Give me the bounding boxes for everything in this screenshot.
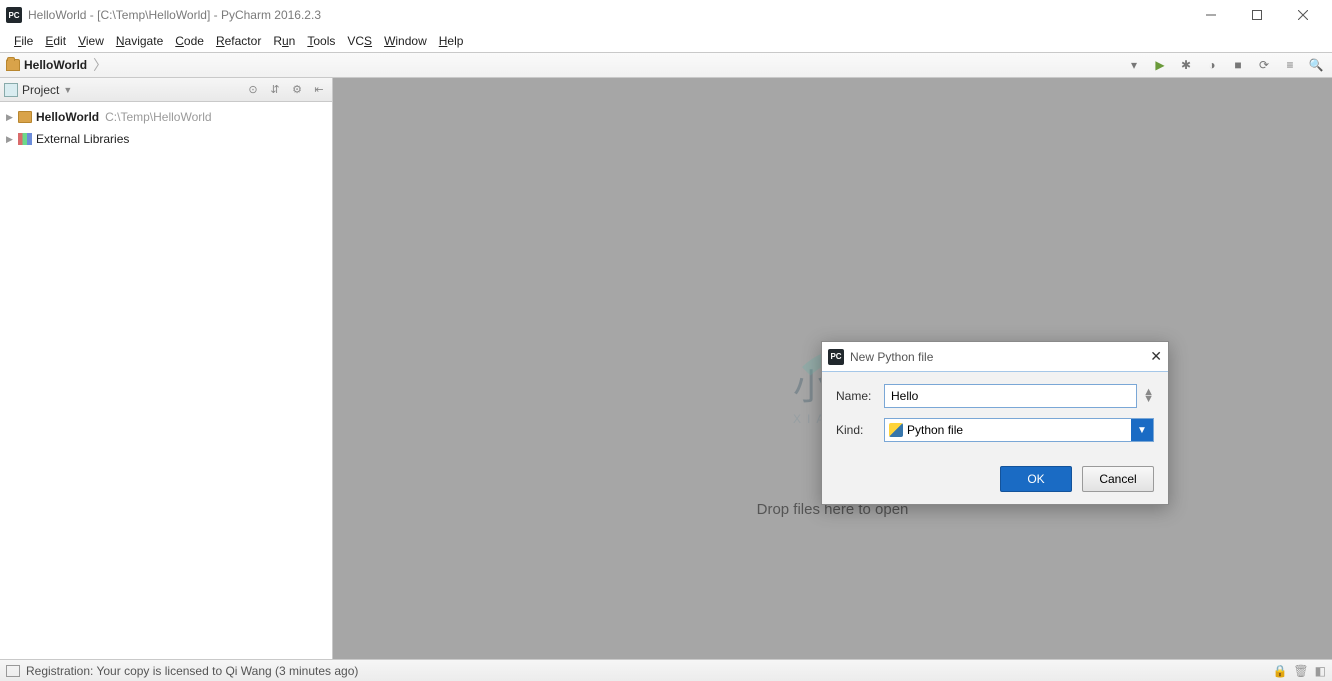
tree-item-path: C:\Temp\HelloWorld bbox=[105, 110, 211, 124]
cancel-button[interactable]: Cancel bbox=[1082, 466, 1154, 492]
folder-icon bbox=[18, 111, 32, 123]
folder-icon bbox=[6, 59, 20, 71]
run-config-dropdown[interactable]: ▾ bbox=[1124, 55, 1144, 75]
status-bar: Registration: Your copy is licensed to Q… bbox=[0, 659, 1332, 681]
name-input[interactable] bbox=[884, 384, 1137, 408]
project-tool-header: Project ▼ ⊙ ⇵ ⚙ ⇤ bbox=[0, 78, 332, 102]
chevron-down-icon[interactable]: ▼ bbox=[1131, 419, 1153, 441]
coverage-button[interactable]: ◑ bbox=[1202, 55, 1222, 75]
menu-window[interactable]: Window bbox=[378, 32, 433, 50]
library-icon bbox=[18, 133, 32, 145]
window-titlebar: PC HelloWorld - [C:\Temp\HelloWorld] - P… bbox=[0, 0, 1332, 30]
dialog-titlebar: PC New Python file ✕ bbox=[822, 342, 1168, 372]
collapse-all-button[interactable]: ⇵ bbox=[266, 81, 284, 99]
project-tree: ▶ HelloWorld C:\Temp\HelloWorld ▶ Extern… bbox=[0, 102, 332, 154]
menu-refactor[interactable]: Refactor bbox=[210, 32, 267, 50]
app-icon: PC bbox=[828, 349, 844, 365]
app-icon: PC bbox=[6, 7, 22, 23]
dialog-title: New Python file bbox=[850, 350, 933, 364]
menu-run[interactable]: Run bbox=[267, 32, 301, 50]
expand-icon[interactable]: ▶ bbox=[6, 112, 18, 123]
status-text: Registration: Your copy is licensed to Q… bbox=[26, 664, 358, 678]
navigation-bar: HelloWorld 〉 ▾ ▶ ✱ ◑ ■ ⟳ ≡ 🔍 bbox=[0, 53, 1332, 78]
menu-vcs[interactable]: VCS bbox=[341, 32, 378, 50]
kind-value: Python file bbox=[907, 423, 963, 437]
lock-icon[interactable]: 🔒 bbox=[1272, 664, 1287, 678]
structure-button[interactable]: ≡ bbox=[1280, 55, 1300, 75]
stop-button[interactable]: ■ bbox=[1228, 55, 1248, 75]
tree-row-external-libs[interactable]: ▶ External Libraries bbox=[0, 128, 332, 150]
ok-button[interactable]: OK bbox=[1000, 466, 1072, 492]
menu-bar: File Edit View Navigate Code Refactor Ru… bbox=[0, 30, 1332, 53]
expand-icon[interactable]: ▶ bbox=[6, 134, 18, 145]
project-tool-title[interactable]: Project bbox=[22, 83, 59, 97]
hector-icon[interactable]: ◧ bbox=[1315, 664, 1326, 678]
tree-row-project-root[interactable]: ▶ HelloWorld C:\Temp\HelloWorld bbox=[0, 106, 332, 128]
name-label: Name: bbox=[836, 389, 884, 403]
hide-tool-button[interactable]: ⇤ bbox=[310, 81, 328, 99]
menu-file[interactable]: File bbox=[8, 32, 39, 50]
kind-combobox[interactable]: Python file ▼ bbox=[884, 418, 1154, 442]
window-title: HelloWorld - [C:\Temp\HelloWorld] - PyCh… bbox=[28, 8, 321, 22]
tree-item-name: External Libraries bbox=[36, 132, 129, 146]
menu-help[interactable]: Help bbox=[433, 32, 470, 50]
breadcrumb-root[interactable]: HelloWorld bbox=[24, 58, 93, 72]
kind-label: Kind: bbox=[836, 423, 884, 437]
menu-tools[interactable]: Tools bbox=[301, 32, 341, 50]
window-maximize-button[interactable] bbox=[1234, 0, 1280, 30]
project-sidebar: Project ▼ ⊙ ⇵ ⚙ ⇤ ▶ HelloWorld C:\Temp\H… bbox=[0, 78, 333, 659]
chevron-down-icon[interactable]: ▼ bbox=[63, 85, 72, 95]
tool-settings-button[interactable]: ⚙ bbox=[288, 81, 306, 99]
menu-edit[interactable]: Edit bbox=[39, 32, 72, 50]
update-button[interactable]: ⟳ bbox=[1254, 55, 1274, 75]
search-everywhere-button[interactable]: 🔍 bbox=[1306, 55, 1326, 75]
history-updown-icon[interactable]: ▲▼ bbox=[1143, 389, 1154, 403]
window-close-button[interactable] bbox=[1280, 0, 1326, 30]
scroll-from-source-button[interactable]: ⊙ bbox=[244, 81, 262, 99]
dialog-close-button[interactable]: ✕ bbox=[1150, 348, 1162, 365]
menu-view[interactable]: View bbox=[72, 32, 110, 50]
editor-area: 小牛知识库 XIAO NIU ZHI SHI KU Drop files her… bbox=[333, 78, 1332, 659]
window-minimize-button[interactable] bbox=[1188, 0, 1234, 30]
menu-navigate[interactable]: Navigate bbox=[110, 32, 169, 50]
project-icon bbox=[4, 83, 18, 97]
tree-item-name: HelloWorld bbox=[36, 110, 99, 124]
new-python-file-dialog: PC New Python file ✕ Name: ▲▼ Kind: Pyth… bbox=[821, 341, 1169, 505]
debug-button[interactable]: ✱ bbox=[1176, 55, 1196, 75]
run-button[interactable]: ▶ bbox=[1150, 55, 1170, 75]
menu-code[interactable]: Code bbox=[169, 32, 210, 50]
python-file-icon bbox=[889, 423, 903, 437]
trash-icon[interactable]: 🗑 bbox=[1293, 664, 1308, 678]
status-icon[interactable] bbox=[6, 665, 20, 677]
chevron-right-icon: 〉 bbox=[93, 55, 107, 75]
